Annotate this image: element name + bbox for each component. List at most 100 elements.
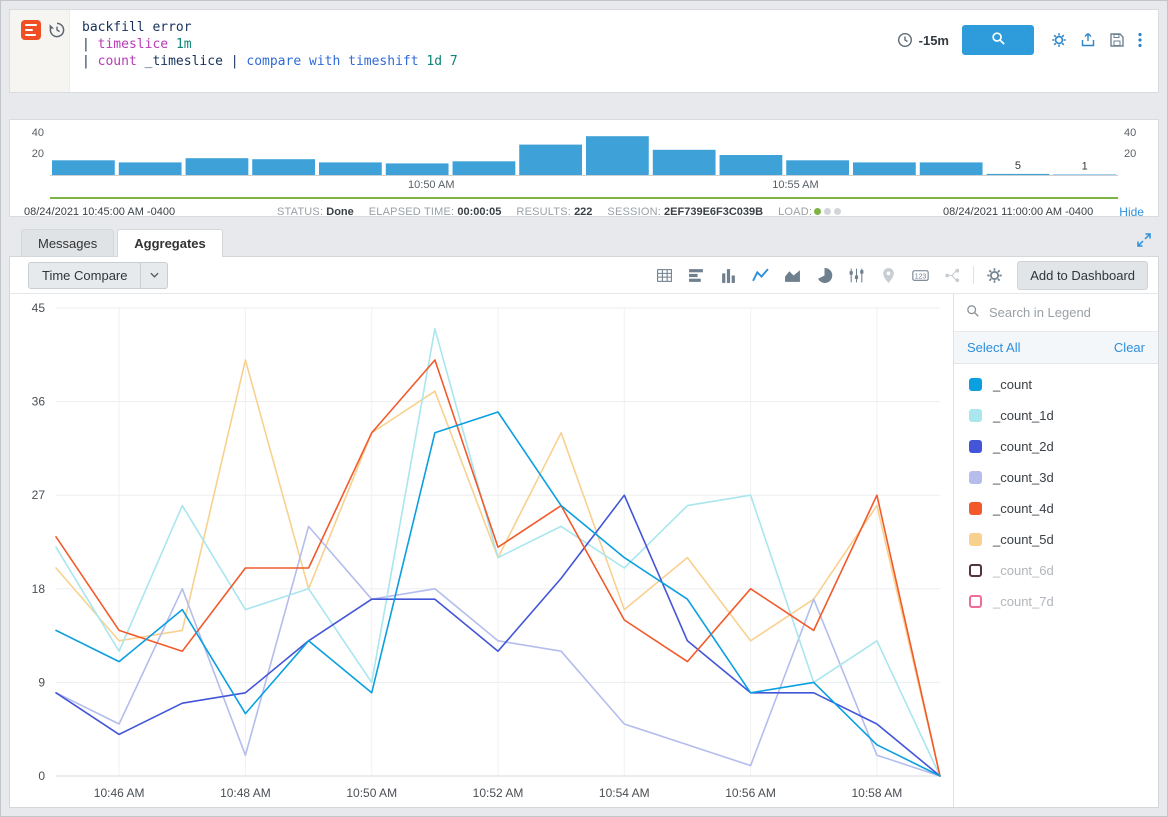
- hide-link[interactable]: Hide: [1119, 205, 1144, 219]
- sumo-logic-logo-icon[interactable]: [21, 20, 41, 40]
- legend-color-chip[interactable]: [969, 502, 982, 515]
- table-icon[interactable]: [656, 267, 673, 284]
- histogram-bar[interactable]: [319, 162, 382, 176]
- select-all-link[interactable]: Select All: [967, 340, 1020, 355]
- histogram-ytick: 40: [22, 127, 44, 139]
- status-value: Done: [326, 206, 354, 218]
- x-axis-tick-label: 10:48 AM: [220, 786, 271, 800]
- column-chart-icon[interactable]: [720, 267, 737, 284]
- y-axis-tick-label: 0: [38, 769, 45, 783]
- expand-icon[interactable]: [1137, 233, 1151, 247]
- y-axis-tick-label: 36: [32, 395, 46, 409]
- legend-actions: Select All Clear: [954, 332, 1158, 364]
- histogram-bar[interactable]: [920, 162, 983, 176]
- time-range-label: -15m: [919, 33, 949, 48]
- tab-aggregates[interactable]: Aggregates: [117, 229, 223, 257]
- histogram-bar[interactable]: [119, 162, 182, 176]
- query-editor[interactable]: backfill error| timeslice 1m| count _tim…: [70, 10, 897, 92]
- histogram-bar[interactable]: [386, 163, 449, 176]
- legend-search-row: [954, 294, 1158, 332]
- chart-settings-gear-icon[interactable]: [986, 267, 1003, 284]
- histogram-bar-label: 1: [1082, 160, 1088, 172]
- query-panel: backfill error| timeslice 1m| count _tim…: [9, 9, 1159, 93]
- histogram-panel: 40 20 40 20 51 10:50 AM10:55 AM 08/24/20…: [9, 119, 1159, 217]
- legend-color-chip[interactable]: [969, 533, 982, 546]
- box-plot-icon[interactable]: [848, 267, 865, 284]
- gear-icon[interactable]: [1051, 32, 1067, 48]
- legend-color-chip[interactable]: [969, 564, 982, 577]
- legend-item[interactable]: _count: [954, 369, 1158, 400]
- kebab-menu-icon[interactable]: [1138, 32, 1142, 48]
- pie-chart-icon[interactable]: [816, 267, 833, 284]
- bar-chart-icon[interactable]: [688, 267, 705, 284]
- legend-item[interactable]: _count_2d: [954, 431, 1158, 462]
- single-value-icon[interactable]: 123: [912, 267, 929, 284]
- histogram-ytick: 40: [1124, 127, 1146, 139]
- time-compare-dropdown[interactable]: Time Compare: [28, 262, 168, 289]
- save-icon[interactable]: [1109, 32, 1125, 48]
- legend-color-chip[interactable]: [969, 471, 982, 484]
- histogram-bar[interactable]: [519, 145, 582, 176]
- legend-item[interactable]: _count_7d: [954, 586, 1158, 617]
- legend-color-chip[interactable]: [969, 595, 982, 608]
- start-time-label: 08/24/2021 10:45:00 AM -0400: [24, 206, 175, 218]
- time-compare-label[interactable]: Time Compare: [28, 262, 141, 289]
- histogram-x-label: 10:50 AM: [408, 179, 454, 191]
- map-icon[interactable]: [880, 267, 897, 284]
- flow-icon[interactable]: [944, 267, 961, 284]
- x-axis-tick-label: 10:54 AM: [599, 786, 650, 800]
- area-chart-icon[interactable]: [784, 267, 801, 284]
- legend-search-input[interactable]: [989, 305, 1146, 320]
- histogram-bar[interactable]: [52, 160, 115, 176]
- legend-item-label: _count_3d: [993, 470, 1054, 485]
- y-axis-tick-label: 9: [38, 675, 45, 689]
- tab-messages[interactable]: Messages: [21, 229, 114, 256]
- legend-color-chip[interactable]: [969, 440, 982, 453]
- x-axis-tick-label: 10:58 AM: [852, 786, 903, 800]
- legend-item[interactable]: _count_6d: [954, 555, 1158, 586]
- y-axis-tick-label: 27: [32, 488, 46, 502]
- legend-item[interactable]: _count_5d: [954, 524, 1158, 555]
- share-icon[interactable]: [1080, 32, 1096, 48]
- search-button[interactable]: [962, 25, 1034, 55]
- histogram-bar[interactable]: [453, 161, 516, 176]
- histogram-bar[interactable]: [720, 155, 783, 176]
- add-to-dashboard-button[interactable]: Add to Dashboard: [1017, 261, 1148, 290]
- query-line: | timeslice 1m: [82, 36, 885, 53]
- aggregates-toolbar: Time Compare 123 Add to Dashboard: [10, 257, 1158, 294]
- clear-link[interactable]: Clear: [1114, 340, 1145, 355]
- histogram-bar[interactable]: [853, 162, 916, 176]
- x-axis-tick-label: 10:50 AM: [346, 786, 397, 800]
- x-axis-tick-label: 10:52 AM: [473, 786, 524, 800]
- x-axis-tick-label: 10:56 AM: [725, 786, 776, 800]
- line-chart-icon[interactable]: [752, 267, 769, 284]
- legend-color-chip[interactable]: [969, 378, 982, 391]
- legend-item[interactable]: _count_1d: [954, 400, 1158, 431]
- histogram-bar[interactable]: [786, 160, 849, 176]
- x-axis-tick-label: 10:46 AM: [94, 786, 145, 800]
- status-center: STATUS: Done ELAPSED TIME: 00:00:05 RESU…: [277, 206, 841, 218]
- chevron-down-icon[interactable]: [141, 262, 168, 289]
- time-range-picker[interactable]: -15m: [897, 32, 949, 48]
- histogram-bar[interactable]: [252, 159, 315, 176]
- histogram-bar[interactable]: [653, 150, 716, 176]
- histogram-bar[interactable]: [586, 136, 649, 176]
- time-range-bar[interactable]: [50, 197, 1118, 199]
- legend-color-chip[interactable]: [969, 409, 982, 422]
- query-line: backfill error: [82, 19, 885, 36]
- legend-items-list: _count_count_1d_count_2d _count_3d _count_…: [954, 364, 1158, 807]
- query-line: | count _timeslice | compare with timesh…: [82, 53, 885, 70]
- aggregates-panel: Time Compare 123 Add to Dashboard 10:46 …: [9, 256, 1159, 808]
- legend-item[interactable]: _count_4d: [954, 493, 1158, 524]
- status-row: 08/24/2021 10:45:00 AM -0400 STATUS: Don…: [24, 205, 1144, 219]
- tabs-row: MessagesAggregates: [9, 229, 1159, 256]
- histogram-bar[interactable]: [186, 158, 249, 176]
- y-axis-tick-label: 18: [32, 582, 46, 596]
- legend-item[interactable]: _count_3d: [954, 462, 1158, 493]
- status-right: 08/24/2021 11:00:00 AM -0400 Hide: [943, 205, 1144, 219]
- search-icon: [991, 31, 1006, 49]
- histogram-bars: 51: [50, 132, 1118, 176]
- search-icon: [966, 304, 980, 321]
- history-icon[interactable]: [48, 21, 66, 42]
- legend-item-label: _count_5d: [993, 532, 1054, 547]
